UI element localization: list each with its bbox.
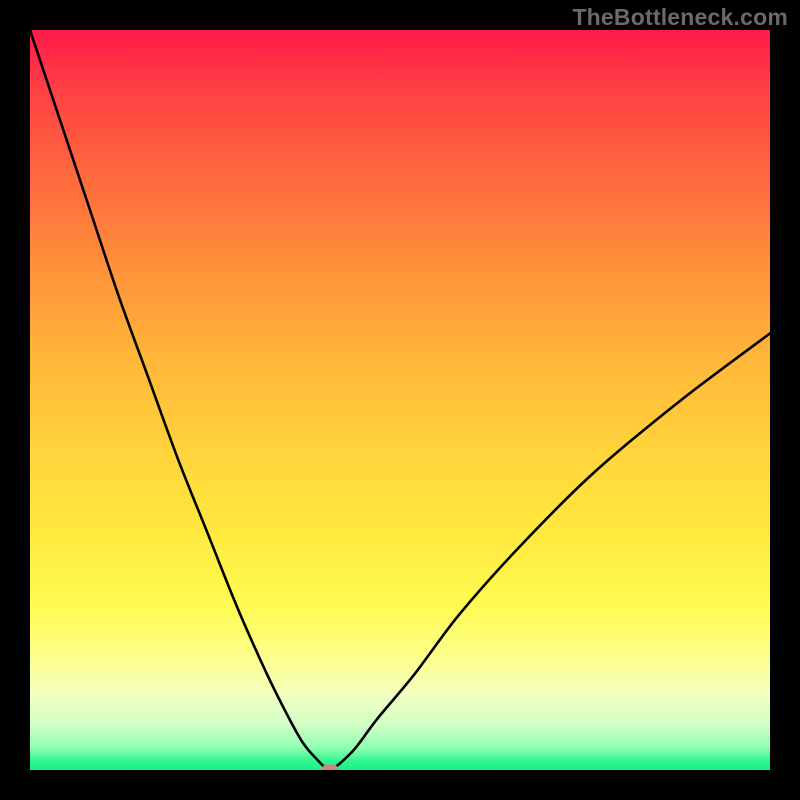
bottleneck-curve <box>30 30 770 770</box>
minimum-marker <box>322 764 338 770</box>
curve-path <box>30 30 770 769</box>
chart-frame: TheBottleneck.com <box>0 0 800 800</box>
plot-area <box>30 30 770 770</box>
watermark-text: TheBottleneck.com <box>572 4 788 31</box>
